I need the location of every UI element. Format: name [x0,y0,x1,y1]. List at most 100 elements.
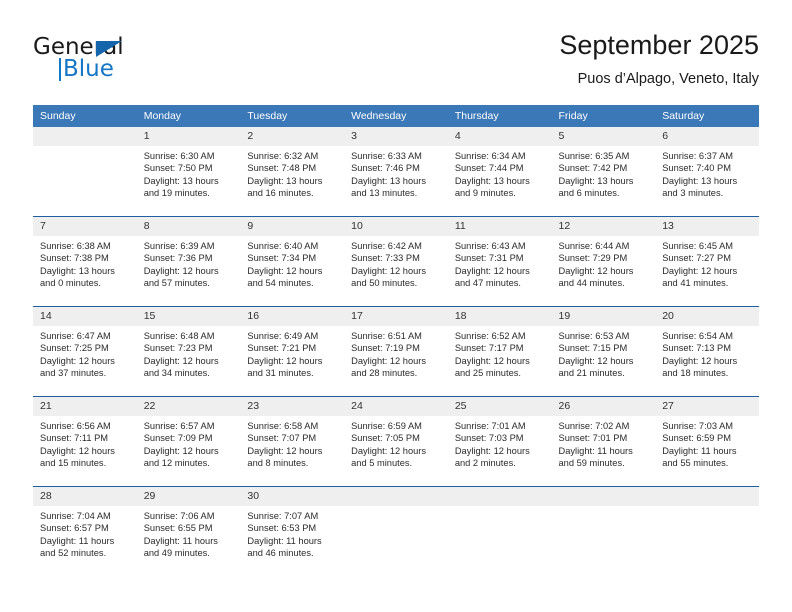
sunset-text: Sunset: 7:21 PM [247,343,317,354]
daylight-text-line1: Daylight: 12 hours [247,355,323,366]
calendar-day-cell[interactable]: 1 Sunrise: 6:30 AM Sunset: 7:50 PM Daylight… [136,127,241,217]
sunset-text: Sunset: 7:05 PM [351,433,420,444]
calendar-day-cell[interactable]: 2 Sunrise: 6:32 AM Sunset: 7:48 PM Daylight… [240,127,345,217]
calendar-day-cell[interactable]: 21 Sunrise: 6:56 AM Sunset: 7:11 PM Dayligh… [33,396,137,487]
calendar-day-cell[interactable]: 27 Sunrise: 7:03 AM Sunset: 6:59 PM Dayligh… [655,396,759,487]
dow-header-monday: Monday [136,105,241,127]
day-details: Sunrise: 6:35 AM Sunset: 7:42 PM Daylight:… [552,146,656,200]
calendar-day-cell[interactable]: 25 Sunrise: 7:01 AM Sunset: 7:03 PM Dayligh… [447,396,552,487]
sunrise-text: Sunrise: 7:06 AM [143,511,215,521]
sunrise-text: Sunrise: 6:43 AM [454,241,526,251]
sunset-text: Sunset: 7:17 PM [454,343,524,354]
day-number: 15 [136,307,241,326]
calendar-day-cell[interactable]: 24 Sunrise: 6:59 AM Sunset: 7:05 PM Dayligh… [344,396,448,487]
day-number [344,487,448,506]
calendar-day-cell[interactable]: 26 Sunrise: 7:02 AM Sunset: 7:01 PM Dayligh… [551,396,656,487]
calendar-day-cell[interactable]: 3 Sunrise: 6:33 AM Sunset: 7:46 PM Daylight… [344,127,448,217]
dow-header-wednesday: Wednesday [344,105,448,127]
daylight-text-line1: Daylight: 13 hours [662,175,738,186]
calendar-week-row: 14 Sunrise: 6:47 AM Sunset: 7:25 PM Dayligh… [33,306,759,397]
calendar-week-row: 28 Sunrise: 7:04 AM Sunset: 6:57 PM Dayligh… [33,486,759,576]
day-details: Sunrise: 6:38 AM Sunset: 7:38 PM Daylight:… [33,236,137,290]
sunset-text: Sunset: 7:46 PM [351,163,420,174]
daylight-text-line2: and 28 minutes. [351,368,418,379]
calendar-day-cell[interactable]: 15 Sunrise: 6:48 AM Sunset: 7:23 PM Dayligh… [136,306,241,397]
calendar-day-cell[interactable]: 29 Sunrise: 7:06 AM Sunset: 6:55 PM Dayligh… [136,486,241,576]
daylight-text-line2: and 41 minutes. [662,278,729,289]
sunrise-text: Sunrise: 6:32 AM [247,151,319,161]
calendar-day-cell[interactable]: 10 Sunrise: 6:42 AM Sunset: 7:33 PM Dayligh… [344,216,448,307]
calendar-day-cell[interactable]: 18 Sunrise: 6:52 AM Sunset: 7:17 PM Dayligh… [447,306,552,397]
daylight-text-line2: and 54 minutes. [247,278,314,289]
day-details: Sunrise: 7:01 AM Sunset: 7:03 PM Daylight:… [448,416,552,470]
calendar-day-cell-empty [655,486,759,576]
day-number [447,487,552,506]
day-number: 1 [136,127,241,146]
calendar-day-cell[interactable]: 4 Sunrise: 6:34 AM Sunset: 7:44 PM Daylight… [447,127,552,217]
day-details: Sunrise: 6:39 AM Sunset: 7:36 PM Daylight:… [137,236,241,290]
calendar-day-cell[interactable]: 14 Sunrise: 6:47 AM Sunset: 7:25 PM Dayligh… [33,306,137,397]
calendar-day-cell[interactable]: 9 Sunrise: 6:40 AM Sunset: 7:34 PM Daylight… [240,216,345,307]
sunset-text: Sunset: 7:36 PM [143,253,213,264]
day-details: Sunrise: 6:52 AM Sunset: 7:17 PM Daylight:… [448,326,552,380]
sunset-text: Sunset: 7:01 PM [558,433,628,444]
daylight-text-line2: and 34 minutes. [143,368,210,379]
calendar-day-cell[interactable]: 6 Sunrise: 6:37 AM Sunset: 7:40 PM Daylight… [655,127,759,217]
calendar-day-cell[interactable]: 11 Sunrise: 6:43 AM Sunset: 7:31 PM Dayligh… [447,216,552,307]
sunrise-text: Sunrise: 6:40 AM [247,241,319,251]
daylight-text-line1: Daylight: 12 hours [454,265,530,276]
calendar-day-cell[interactable]: 7 Sunrise: 6:38 AM Sunset: 7:38 PM Daylight… [33,216,137,307]
sunrise-text: Sunrise: 6:30 AM [143,151,215,161]
day-number: 22 [136,397,241,416]
daylight-text-line2: and 47 minutes. [454,278,521,289]
daylight-text-line1: Daylight: 12 hours [247,265,323,276]
daylight-text-line2: and 50 minutes. [351,278,418,289]
day-details: Sunrise: 7:07 AM Sunset: 6:53 PM Daylight:… [240,506,344,560]
daylight-text-line2: and 6 minutes. [558,188,620,199]
daylight-text-line2: and 19 minutes. [143,188,210,199]
page-header: General Blue September 2025 Puos d’Alpag… [33,28,759,98]
day-number: 2 [240,127,345,146]
calendar-day-cell[interactable]: 16 Sunrise: 6:49 AM Sunset: 7:21 PM Dayligh… [240,306,345,397]
day-number [655,487,759,506]
sunrise-text: Sunrise: 7:07 AM [247,511,319,521]
title-block: September 2025 Puos d’Alpago, Veneto, It… [559,28,759,89]
calendar-day-cell[interactable]: 28 Sunrise: 7:04 AM Sunset: 6:57 PM Dayligh… [33,486,137,576]
daylight-text-line1: Daylight: 13 hours [558,175,634,186]
daylight-text-line1: Daylight: 11 hours [40,535,115,546]
sunrise-text: Sunrise: 6:58 AM [247,421,319,431]
calendar-day-cell[interactable]: 12 Sunrise: 6:44 AM Sunset: 7:29 PM Dayligh… [551,216,656,307]
calendar-day-cell[interactable]: 8 Sunrise: 6:39 AM Sunset: 7:36 PM Daylight… [136,216,241,307]
sunset-text: Sunset: 7:13 PM [662,343,731,354]
daylight-text-line1: Daylight: 12 hours [351,445,427,456]
calendar-day-cell[interactable]: 5 Sunrise: 6:35 AM Sunset: 7:42 PM Daylight… [551,127,656,217]
daylight-text-line1: Daylight: 12 hours [454,355,530,366]
calendar-page: General Blue September 2025 Puos d’Alpag… [0,0,792,612]
calendar-day-cell[interactable]: 23 Sunrise: 6:58 AM Sunset: 7:07 PM Dayligh… [240,396,345,487]
day-details: Sunrise: 6:54 AM Sunset: 7:13 PM Daylight:… [655,326,759,380]
calendar-day-cell[interactable]: 22 Sunrise: 6:57 AM Sunset: 7:09 PM Dayligh… [136,396,241,487]
daylight-text-line2: and 21 minutes. [558,368,625,379]
day-details: Sunrise: 6:47 AM Sunset: 7:25 PM Daylight:… [33,326,137,380]
calendar-day-cell[interactable]: 20 Sunrise: 6:54 AM Sunset: 7:13 PM Dayligh… [655,306,759,397]
calendar-day-cell[interactable]: 17 Sunrise: 6:51 AM Sunset: 7:19 PM Dayligh… [344,306,448,397]
daylight-text-line2: and 12 minutes. [143,458,210,469]
sunrise-text: Sunrise: 6:59 AM [351,421,422,431]
calendar-day-cell[interactable]: 13 Sunrise: 6:45 AM Sunset: 7:27 PM Dayligh… [655,216,759,307]
sunset-text: Sunset: 7:50 PM [143,163,213,174]
calendar-day-cell[interactable]: 19 Sunrise: 6:53 AM Sunset: 7:15 PM Dayligh… [551,306,656,397]
logo-triangle-icon [96,41,122,57]
sunrise-text: Sunrise: 6:42 AM [351,241,422,251]
sunset-text: Sunset: 7:44 PM [454,163,524,174]
sunset-text: Sunset: 7:19 PM [351,343,420,354]
calendar-day-cell[interactable]: 30 Sunrise: 7:07 AM Sunset: 6:53 PM Dayligh… [240,486,345,576]
calendar-week-row: 1 Sunrise: 6:30 AM Sunset: 7:50 PM Daylight… [33,127,759,217]
calendar-day-cell-empty [551,486,656,576]
day-details: Sunrise: 7:02 AM Sunset: 7:01 PM Daylight:… [552,416,656,470]
day-number: 17 [344,307,448,326]
day-details: Sunrise: 6:42 AM Sunset: 7:33 PM Daylight:… [344,236,448,290]
daylight-text-line2: and 49 minutes. [143,548,210,559]
general-blue-logo[interactable]: General Blue [33,34,233,94]
day-number: 11 [447,217,552,236]
daylight-text-line1: Daylight: 12 hours [454,445,530,456]
